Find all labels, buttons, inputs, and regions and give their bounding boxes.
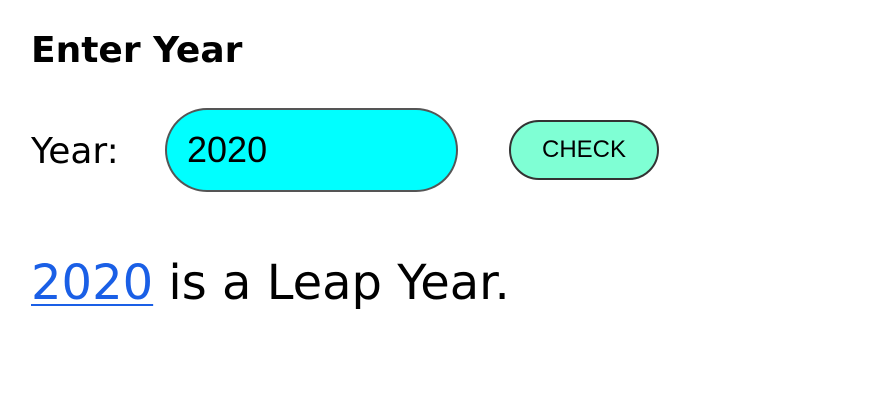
result-year-link[interactable]: 2020 bbox=[31, 255, 153, 311]
result-message: 2020 is a Leap Year. bbox=[31, 251, 510, 315]
year-input[interactable] bbox=[165, 108, 458, 192]
page-title: Enter Year bbox=[31, 30, 243, 71]
result-text: is a Leap Year. bbox=[153, 255, 510, 311]
year-label: Year: bbox=[31, 131, 119, 172]
check-button[interactable]: CHECK bbox=[509, 120, 659, 180]
page: Enter Year Year: CHECK 2020 is a Leap Ye… bbox=[0, 0, 873, 415]
